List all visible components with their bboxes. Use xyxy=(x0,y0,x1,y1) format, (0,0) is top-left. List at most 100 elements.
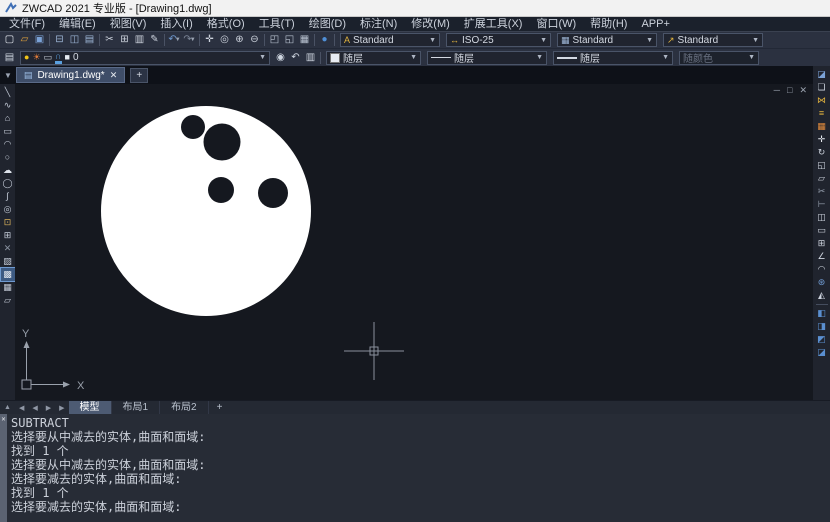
paste-clip-button[interactable]: ▥ xyxy=(132,33,147,48)
hatch-button[interactable]: ▨ xyxy=(1,255,15,268)
region-button[interactable]: ▱ xyxy=(1,294,15,307)
menu-view[interactable]: 视图(V) xyxy=(103,17,154,31)
layer-dropdown-icon[interactable]: ▼ xyxy=(259,54,266,61)
menu-modify[interactable]: 修改(M) xyxy=(404,17,457,31)
zoom-window-button[interactable]: ⊕ xyxy=(232,33,247,48)
publish-button[interactable]: ▤ xyxy=(82,33,97,48)
menu-window[interactable]: 窗口(W) xyxy=(529,17,583,31)
save-file-button[interactable]: ▣ xyxy=(32,33,47,48)
copy-clip-button[interactable]: ⊞ xyxy=(117,33,132,48)
layer-properties-manager-button[interactable]: ▤ xyxy=(2,50,17,65)
plot-preview-button[interactable]: ◫ xyxy=(67,33,82,48)
command-history-toggle-button[interactable]: ▲ xyxy=(0,404,15,411)
chamfer-button[interactable]: ∠ xyxy=(815,250,829,263)
undo-dropdown-icon[interactable]: ▼ xyxy=(175,37,181,43)
copy-button[interactable]: ❏ xyxy=(815,81,829,94)
open-file-button[interactable]: ▱ xyxy=(17,33,32,48)
tab-model[interactable]: 模型 xyxy=(69,401,112,415)
trim-button[interactable]: ✂ xyxy=(815,185,829,198)
table-button[interactable]: ▦ xyxy=(1,281,15,294)
menu-app[interactable]: APP+ xyxy=(634,17,676,31)
prev-tab-button[interactable]: ◀ xyxy=(28,404,41,412)
break-button[interactable]: ▭ xyxy=(815,224,829,237)
rectangle-button[interactable]: ▭ xyxy=(1,125,15,138)
tab-layout1[interactable]: 布局1 xyxy=(112,401,161,415)
plot-style-combo[interactable]: 随颜色▼ xyxy=(679,51,759,65)
linetype-dropdown-icon[interactable]: ▼ xyxy=(536,54,543,61)
donut-button[interactable]: ◎ xyxy=(1,203,15,216)
mleader-style-combo[interactable]: ↗Standard▼ xyxy=(663,33,763,47)
dim-style-combo[interactable]: ↔ISO-25▼ xyxy=(446,33,551,47)
menu-tools[interactable]: 工具(T) xyxy=(252,17,302,31)
zoom-realtime-button[interactable]: ◎ xyxy=(217,33,232,48)
erase-button[interactable]: ◪ xyxy=(815,68,829,81)
new-layout-button[interactable]: + xyxy=(209,402,231,413)
interfere-button[interactable]: ◪ xyxy=(815,346,829,359)
offset-button[interactable]: ≡ xyxy=(815,107,829,120)
mleader-style-dropdown-icon[interactable]: ▼ xyxy=(752,37,759,44)
fillet-button[interactable]: ◠ xyxy=(815,263,829,276)
next-tab-button[interactable]: ▶ xyxy=(42,404,55,412)
plot-style-dropdown-icon[interactable]: ▼ xyxy=(748,54,755,61)
stretch-button[interactable]: ▱ xyxy=(815,172,829,185)
mdi-close-button[interactable]: ✕ xyxy=(799,85,807,95)
new-file-button[interactable]: ▢ xyxy=(2,33,17,48)
color-dropdown-icon[interactable]: ▼ xyxy=(410,54,417,61)
ellipse-button[interactable]: ◯ xyxy=(1,177,15,190)
array-button[interactable]: ▦ xyxy=(815,120,829,133)
intersect-button[interactable]: ◩ xyxy=(815,333,829,346)
redo-button[interactable]: ↷▼ xyxy=(182,33,197,48)
break-at-point-button[interactable]: ◫ xyxy=(815,211,829,224)
rotate-button[interactable]: ↻ xyxy=(815,146,829,159)
command-panel-grip[interactable]: ✕ xyxy=(0,414,7,522)
table-style-combo[interactable]: ▦Standard▼ xyxy=(557,33,657,47)
text-style-combo[interactable]: AStandard▼ xyxy=(340,33,440,47)
arc-button[interactable]: ◠ xyxy=(1,138,15,151)
extend-button[interactable]: ⊢ xyxy=(815,198,829,211)
command-panel-close-icon[interactable]: ✕ xyxy=(1,415,5,423)
menu-draw[interactable]: 绘图(D) xyxy=(302,17,353,31)
union-button[interactable]: ◧ xyxy=(815,307,829,320)
mdi-restore-button[interactable]: □ xyxy=(787,85,792,95)
cut-clip-button[interactable]: ✂ xyxy=(102,33,117,48)
viewports-button[interactable]: ◰ xyxy=(267,33,282,48)
table-style-dropdown-icon[interactable]: ▼ xyxy=(646,37,653,44)
menu-express[interactable]: 扩展工具(X) xyxy=(457,17,530,31)
join-button[interactable]: ⊞ xyxy=(815,237,829,250)
point-button[interactable]: ✕ xyxy=(1,242,15,255)
pan-button[interactable]: ✛ xyxy=(202,33,217,48)
layer-combo[interactable]: ●☀▭∩■0▼ xyxy=(20,51,270,65)
gradient-button[interactable]: ▩ xyxy=(1,268,15,281)
lineweight-combo[interactable]: 随层▼ xyxy=(553,51,673,65)
menu-format[interactable]: 格式(O) xyxy=(200,17,252,31)
make-object-layer-current-button[interactable]: ◉ xyxy=(273,50,288,65)
document-tab-drawing1[interactable]: ▤ Drawing1.dwg* ✕ xyxy=(16,67,125,83)
text-style-dropdown-icon[interactable]: ▼ xyxy=(429,37,436,44)
layer-previous-button[interactable]: ↶ xyxy=(288,50,303,65)
named-views-button[interactable]: ◱ xyxy=(282,33,297,48)
view-manager-button[interactable]: ▦ xyxy=(297,33,312,48)
linetype-combo[interactable]: 随层▼ xyxy=(427,51,547,65)
tab-list-arrow-icon[interactable]: ▼ xyxy=(0,71,16,80)
menu-dimension[interactable]: 标注(N) xyxy=(353,17,404,31)
mirror-button[interactable]: ⋈ xyxy=(815,94,829,107)
spline-button[interactable]: ∫ xyxy=(1,190,15,203)
command-line-panel[interactable]: ✕ SUBTRACT选择要从中减去的实体,曲面和面域:找到 1 个选择要从中减去… xyxy=(0,414,830,522)
scale-button[interactable]: ◱ xyxy=(815,159,829,172)
revision-cloud-button[interactable]: ☁ xyxy=(1,164,15,177)
menu-help[interactable]: 帮助(H) xyxy=(583,17,634,31)
menu-insert[interactable]: 插入(I) xyxy=(153,17,199,31)
new-tab-button[interactable]: + xyxy=(130,68,148,83)
line-button[interactable]: ╲ xyxy=(1,86,15,99)
dim-style-dropdown-icon[interactable]: ▼ xyxy=(540,37,547,44)
menu-edit[interactable]: 编辑(E) xyxy=(52,17,103,31)
mdi-minimize-button[interactable]: ─ xyxy=(774,85,780,95)
zoom-previous-button[interactable]: ⊖ xyxy=(247,33,262,48)
move-button[interactable]: ✛ xyxy=(815,133,829,146)
tab-close-icon[interactable]: ✕ xyxy=(110,70,118,81)
menu-file[interactable]: 文件(F) xyxy=(2,17,52,31)
plot-button[interactable]: ⊟ xyxy=(52,33,67,48)
align-button[interactable]: ◭ xyxy=(815,289,829,302)
drawing-canvas[interactable]: Y X ─ □ ✕ xyxy=(15,84,813,400)
redo-dropdown-icon[interactable]: ▼ xyxy=(190,37,196,43)
